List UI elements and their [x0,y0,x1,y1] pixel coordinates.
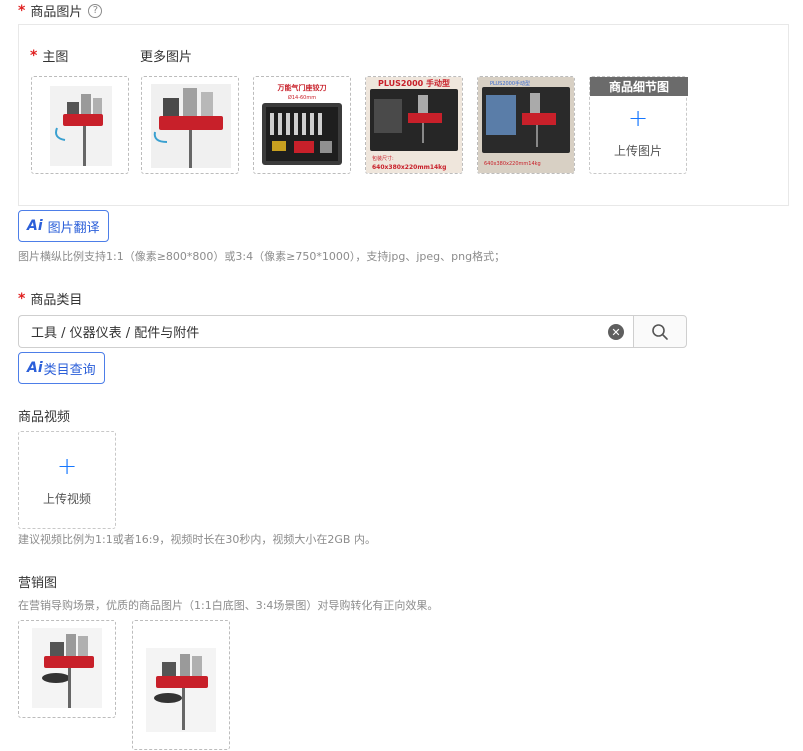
main-image-thumb[interactable] [31,76,129,174]
marketing-hint: 在营销导购场景，优质的商品图片（1:1白底图、3:4场景图）对导购转化有正向效果… [18,599,439,612]
image-format-hint: 图片横纵比例支持1:1（像素≥800*800）或3:4（像素≥750*1000）… [18,250,506,263]
tool-photo-icon [32,628,102,708]
ai-icon: Ai [27,360,43,376]
upload-video-label: 上传视频 [42,491,91,506]
svg-text:包装尺寸:: 包装尺寸: [372,155,394,162]
question-circle-icon[interactable]: ? [88,3,103,18]
svg-text:Ø14-60mm: Ø14-60mm [288,94,316,101]
ai-icon: Ai [27,218,43,234]
ai-category-query-button[interactable]: Ai 类目查询 [18,352,105,384]
category-search-button[interactable] [633,315,687,348]
close-circle-icon[interactable]: ✕ [608,324,624,340]
plus-icon: + [56,451,78,480]
more-image-thumb-2[interactable]: 万能气门座铰刀 Ø14-60mm [253,76,351,174]
category-input[interactable]: 工具 / 仪器仪表 / 配件与附件 ✕ [18,315,634,348]
svg-text:PLUS2000 手动型: PLUS2000 手动型 [378,78,450,88]
marketing-image-thumb-2[interactable] [132,620,230,750]
svg-text:640x380x220mm14kg: 640x380x220mm14kg [372,164,446,171]
upload-image-label: 上传图片 [613,143,662,158]
video-label: 商品视频 [18,410,71,425]
category-value: 工具 / 仪器仪表 / 配件与附件 [31,326,200,341]
marketing-image-thumb-1[interactable] [18,620,116,718]
main-image-label: * 主图 [30,47,69,66]
toolkit-case-icon: 万能气门座铰刀 Ø14-60mm [254,77,350,173]
product-images-label: * 商品图片 ? [18,1,103,20]
video-hint: 建议视频比例为1:1或者16:9，视频时长在30秒内，视频大小在2GB 内。 [18,533,376,546]
more-image-thumb-3[interactable]: PLUS2000 手动型 包装尺寸: 640x380x220mm14kg [365,76,463,174]
upload-video-button[interactable]: + 上传视频 [18,431,116,529]
more-image-thumb-1[interactable] [141,76,239,174]
marketing-label: 营销图 [18,576,58,591]
tool-photo-icon [151,84,231,168]
more-image-thumb-4[interactable]: PLUS2000手动型 640x380x220mm14kg [477,76,575,174]
svg-text:PLUS2000手动型: PLUS2000手动型 [490,80,530,87]
search-icon [652,323,668,340]
detail-image-tag: 商品细节图 [590,77,688,96]
ai-image-translate-button[interactable]: Ai 图片翻译 [18,210,109,242]
plus-icon: + [627,103,649,132]
category-label: * 商品类目 [18,290,83,309]
tool-photo-icon [146,648,216,732]
tool-case-icon: PLUS2000 手动型 包装尺寸: 640x380x220mm14kg [366,77,462,173]
more-images-label: 更多图片 [140,50,193,65]
tool-photo-icon [50,86,112,166]
tool-case-icon: PLUS2000手动型 640x380x220mm14kg [478,77,574,173]
svg-text:万能气门座铰刀: 万能气门座铰刀 [277,83,327,92]
upload-image-button[interactable]: 商品细节图 + 上传图片 [589,76,688,174]
svg-text:640x380x220mm14kg: 640x380x220mm14kg [484,161,541,167]
